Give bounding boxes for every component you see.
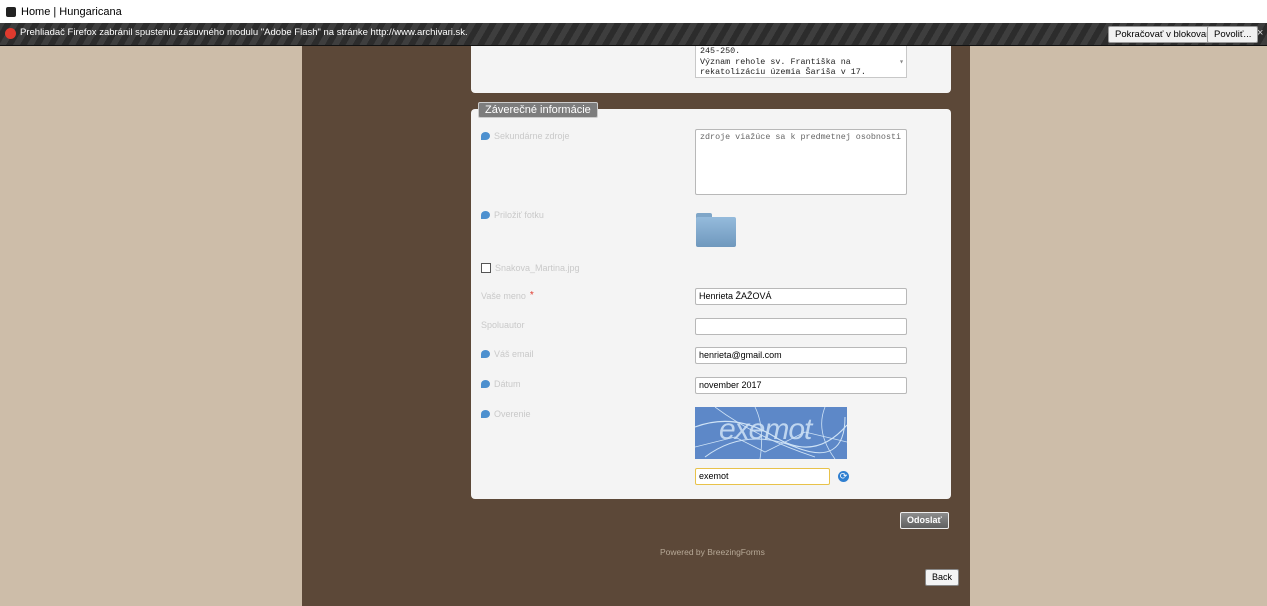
section-legend: Záverečné informácie [478,102,598,118]
tab-title: Home | Hungaricana [21,5,122,18]
captcha-image: exemot [695,407,847,459]
required-mark: * [529,290,534,301]
close-icon[interactable]: × [1257,27,1263,39]
page-icon [6,6,16,17]
name-label: Vaše meno * [481,290,534,301]
continue-blocking-button[interactable]: Pokračovať v blokovaní [1108,26,1222,43]
secondary-sources-textarea[interactable]: zdroje viažúce sa k predmetnej osobnosti [695,129,907,195]
attach-photo-label: Priložiť fotku [481,210,544,220]
date-field[interactable]: november 2017 [695,377,907,394]
notification-text: Prehliadač Firefox zabránil spusteniu zá… [20,27,468,38]
coauthor-label: Spoluautor [481,320,525,330]
attached-file-checkbox[interactable] [481,263,491,273]
captcha-text: exemot [719,413,812,446]
name-field[interactable]: Henrieta ŽAŽOVÁ [695,288,907,305]
captcha-field[interactable]: exemot [695,468,830,485]
plugin-blocked-icon [5,28,16,39]
submit-button[interactable]: Odoslať [900,512,949,529]
info-hint-icon[interactable] [481,211,490,219]
back-button[interactable]: Back [925,569,960,586]
powered-by-text: Powered by BreezingForms [660,547,765,557]
refresh-captcha-icon[interactable]: ⟳ [838,471,849,482]
info-hint-icon[interactable] [481,380,490,388]
email-field[interactable]: henrieta@gmail.com [695,347,907,364]
date-label: Dátum [481,379,521,389]
email-label: Váš email [481,349,534,359]
info-hint-icon[interactable] [481,410,490,418]
browser-tab-bar: Home | Hungaricana [0,0,1267,24]
info-hint-icon[interactable] [481,132,490,140]
allow-plugin-button[interactable]: Povoliť... [1207,26,1259,43]
verification-label: Overenie [481,409,531,419]
plugin-notification-bar: Prehliadač Firefox zabránil spusteniu zá… [0,23,1267,46]
browser-tab[interactable]: Home | Hungaricana [6,3,122,20]
scroll-down-icon[interactable]: ▾ [899,58,904,69]
secondary-sources-label: Sekundárne zdroje [481,131,570,141]
folder-icon[interactable] [696,213,736,247]
attached-file-row: Snakova_Martina.jpg [481,263,580,273]
coauthor-field[interactable] [695,318,907,335]
previous-section-textarea[interactable]: 245-250. Význam rehole sv. Františka na … [695,46,907,78]
attached-file-name: Snakova_Martina.jpg [495,263,580,273]
info-hint-icon[interactable] [481,350,490,358]
